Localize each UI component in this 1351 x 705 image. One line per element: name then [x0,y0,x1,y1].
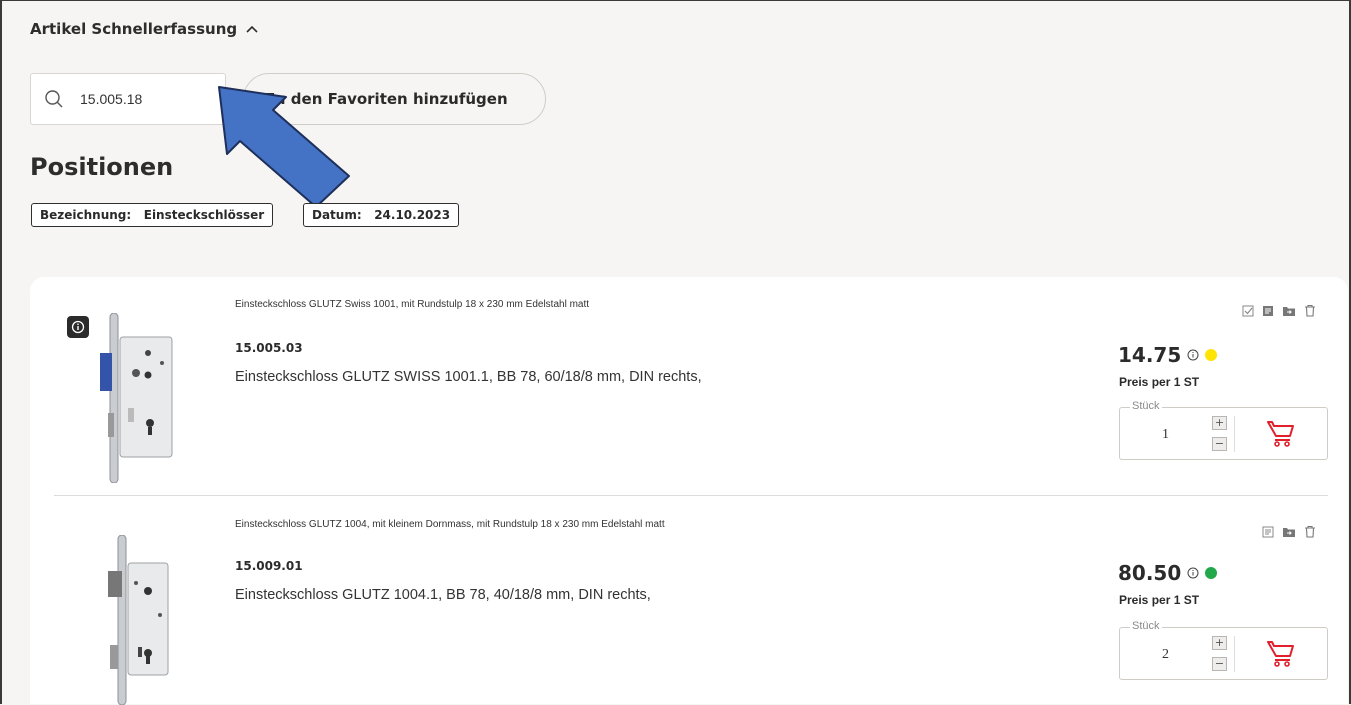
increment-button[interactable]: + [1212,416,1227,430]
price-value: 80.50 [1118,561,1182,585]
divider [54,495,1328,496]
section-title: Artikel Schnellerfassung [30,20,238,38]
quantity-input[interactable]: 2 [1162,647,1169,663]
filter-chip-bezeichnung[interactable]: Bezeichnung: Einsteckschlösser [31,203,274,227]
checklist-icon[interactable] [1242,305,1254,317]
info-icon[interactable] [67,316,89,338]
product-image[interactable] [100,313,180,483]
price-unit: Preis per 1 ST [1119,593,1200,607]
filter-value: 24.10.2023 [374,208,451,222]
quantity-box: Stück 2 + − [1119,620,1328,680]
quantity-label: Stück [1130,400,1162,412]
trash-icon[interactable] [1304,304,1316,317]
item-description: Einsteckschloss GLUTZ SWISS 1001.1, BB 7… [235,369,702,385]
price-unit: Preis per 1 ST [1119,375,1200,389]
quantity-label: Stück [1130,620,1162,632]
item-actions [1262,525,1316,538]
positions-list: Einsteckschloss GLUTZ Swiss 1001, mit Ru… [30,277,1348,705]
item-short-text: Einsteckschloss GLUTZ Swiss 1001, mit Ru… [235,299,590,310]
filter-value: Einsteckschlösser [143,208,265,222]
search-input[interactable] [78,90,202,108]
price-value: 14.75 [1118,343,1182,367]
trash-icon[interactable] [1304,525,1316,538]
decrement-button[interactable]: − [1212,437,1227,451]
quantity-box: Stück 1 + − [1119,400,1328,460]
info-icon[interactable] [1187,567,1199,579]
filter-label: Bezeichnung: [40,208,132,222]
item-price: 14.75 [1118,343,1218,367]
quick-entry-toggle[interactable]: Artikel Schnellerfassung [30,20,259,38]
article-number[interactable]: 15.009.01 [235,559,303,573]
product-image[interactable] [102,535,182,705]
search-icon [45,90,63,108]
chevron-up-icon [246,25,258,33]
positions-heading: Positionen [30,153,174,181]
note-icon[interactable] [1262,305,1274,317]
article-number[interactable]: 15.005.03 [235,341,303,355]
move-to-folder-icon[interactable] [1282,526,1296,538]
add-to-cart-icon[interactable] [1265,418,1297,450]
increment-button[interactable]: + [1212,636,1227,650]
decrement-button[interactable]: − [1212,657,1227,671]
filter-chip-datum[interactable]: Datum: 24.10.2023 [303,203,460,227]
availability-dot [1205,349,1218,361]
item-description: Einsteckschloss GLUTZ 1004.1, BB 78, 40/… [235,587,651,603]
filter-label: Datum: [312,208,362,222]
item-actions [1242,304,1316,317]
divider [1234,416,1235,452]
move-to-folder-icon[interactable] [1282,305,1296,317]
availability-dot [1205,567,1218,579]
quantity-input[interactable]: 1 [1162,427,1169,443]
add-to-favorites-button[interactable]: Zu den Favoriten hinzufügen [243,73,546,125]
divider [1234,636,1235,672]
item-short-text: Einsteckschloss GLUTZ 1004, mit kleinem … [235,519,665,530]
info-icon[interactable] [1187,349,1199,361]
item-price: 80.50 [1118,561,1218,585]
article-search-field[interactable] [30,73,226,125]
note-icon[interactable] [1262,526,1274,538]
add-to-cart-icon[interactable] [1265,638,1297,670]
